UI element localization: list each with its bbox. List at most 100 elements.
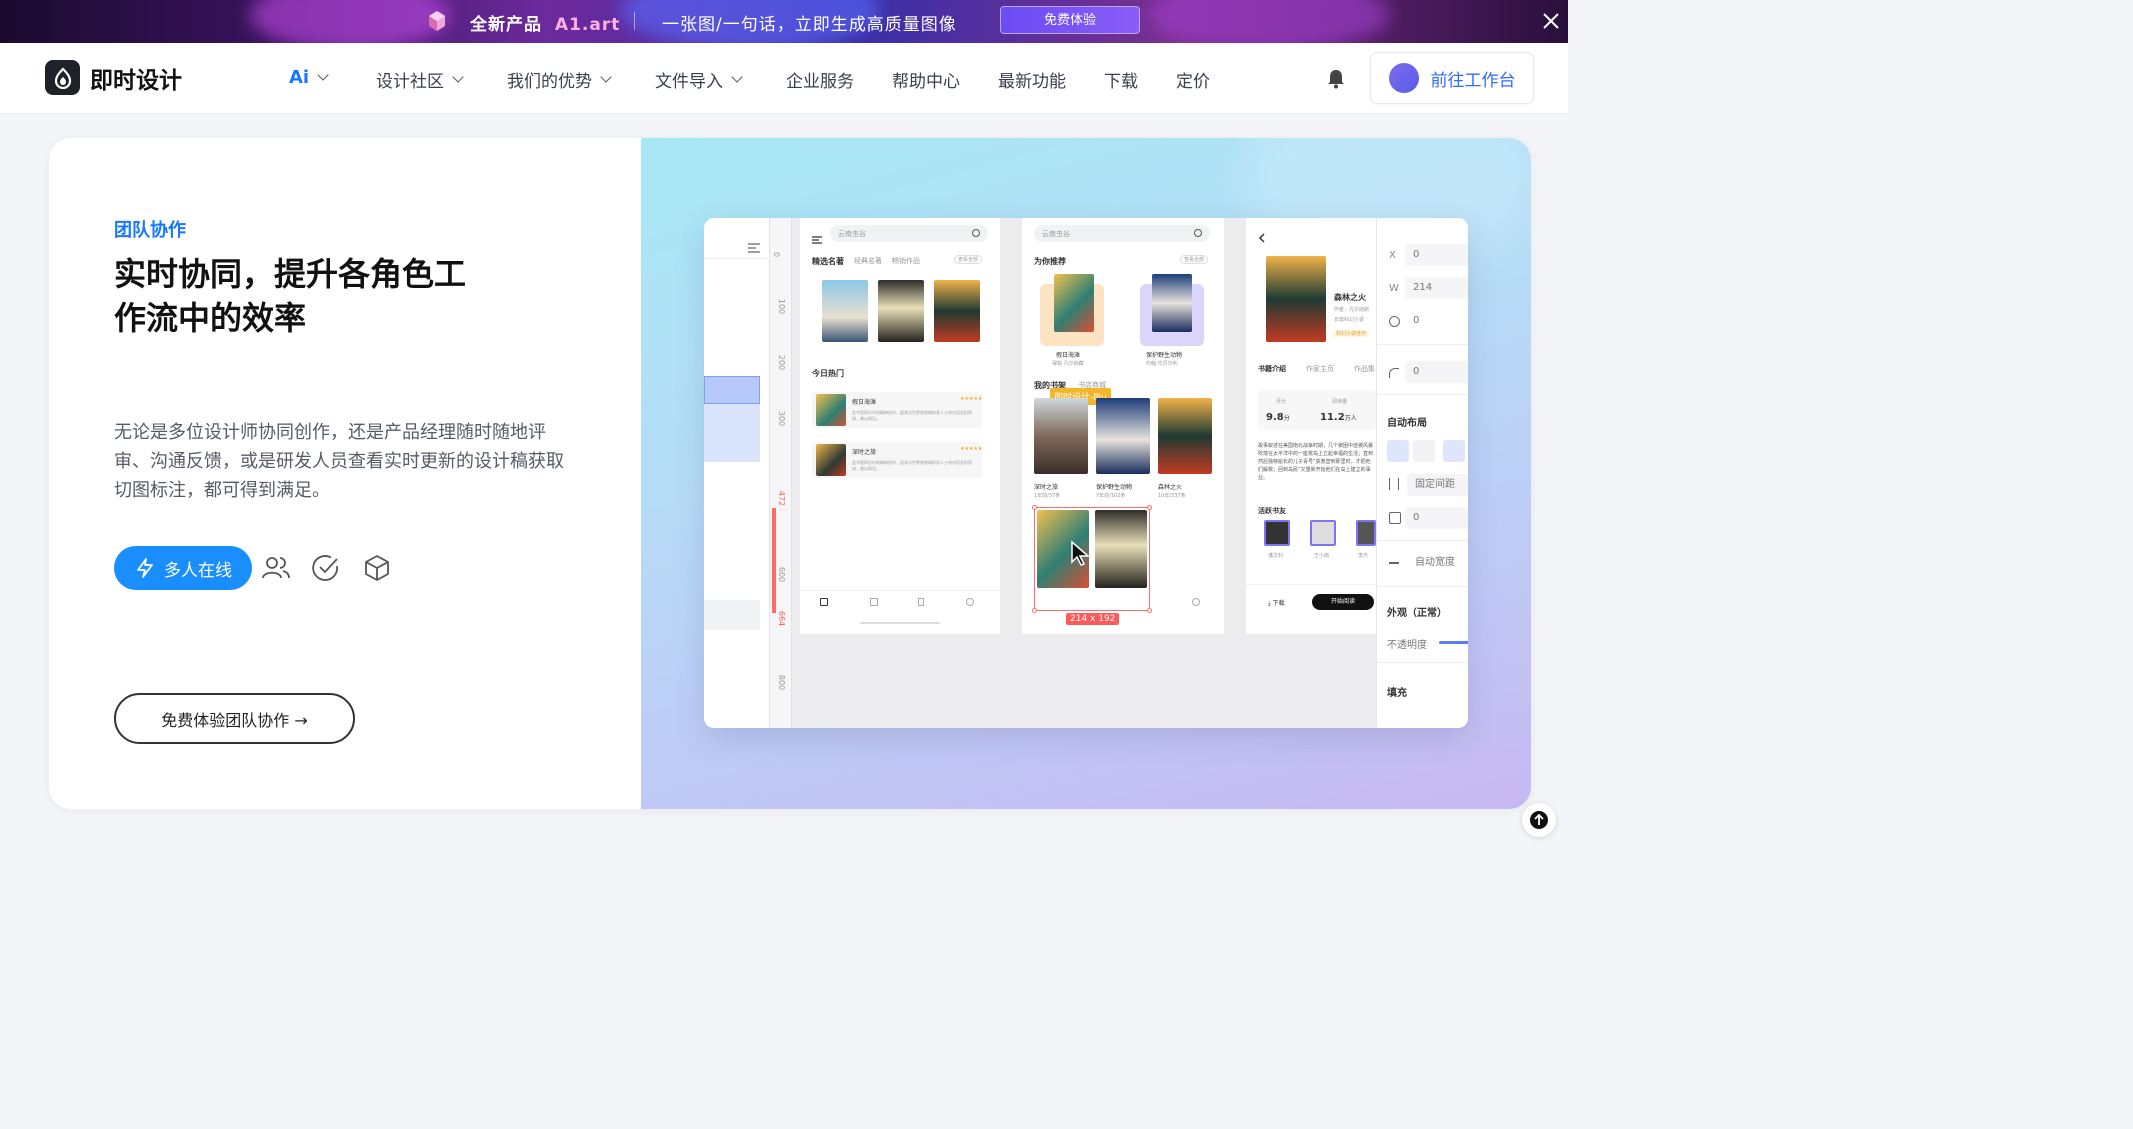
book-cover[interactable] <box>822 280 868 342</box>
nav-item-help[interactable]: 帮助中心 <box>892 67 960 92</box>
layout-horizontal-button[interactable] <box>1387 440 1409 462</box>
feature-tab-multi-user[interactable]: 多人在线 <box>114 546 252 590</box>
vertical-ruler: 0 100 200 300 472 600 664 800 <box>770 218 792 728</box>
tab-selected[interactable]: 书籍介绍 <box>1258 364 1286 374</box>
view-all-link[interactable]: 查看全部 <box>954 255 983 264</box>
book-cover[interactable] <box>1034 398 1088 474</box>
nav-item-advantages[interactable]: 我们的优势 <box>507 67 612 92</box>
rotation-icon <box>1389 316 1400 327</box>
avatar[interactable] <box>1264 520 1290 546</box>
layers-menu-icon[interactable] <box>748 238 760 253</box>
lightning-icon <box>137 558 153 578</box>
nav-item-ai[interactable]: Ai <box>289 67 329 88</box>
fixed-spacing-select[interactable]: 固定间距 <box>1407 474 1468 496</box>
tab-bar-bookmark-icon[interactable] <box>918 598 924 606</box>
book-cover[interactable] <box>878 280 924 342</box>
section-eyebrow: 团队协作 <box>114 220 186 241</box>
gem-icon <box>425 9 449 33</box>
auto-width-select[interactable]: 自动宽度 <box>1407 552 1468 574</box>
brand-logo[interactable]: 即时设计 <box>45 60 182 95</box>
scroll-to-top-button[interactable] <box>1522 803 1556 837</box>
chevron-down-icon <box>317 69 329 81</box>
tab-selected[interactable]: 精选名著 <box>812 256 844 267</box>
menu-icon[interactable] <box>812 229 822 244</box>
promo-try-button[interactable]: 免费体验 <box>1000 6 1140 34</box>
tab[interactable]: 畅销作品 <box>892 256 920 266</box>
ruler-mark: 664 <box>777 610 787 627</box>
align-button[interactable] <box>1443 440 1465 462</box>
tab-bar-user-icon[interactable] <box>966 598 974 606</box>
rotation-input[interactable]: 0 <box>1405 310 1468 332</box>
logo-icon <box>45 60 80 95</box>
chevron-down-icon <box>452 71 464 83</box>
ruler-mark: 472 <box>777 490 787 507</box>
search-icon <box>972 229 980 237</box>
try-team-collab-button[interactable]: 免费体验团队协作 → <box>114 693 355 744</box>
users-icon[interactable] <box>260 552 292 584</box>
nav-item-download[interactable]: 下载 <box>1104 67 1138 92</box>
search-bar[interactable]: 云南虫谷 <box>1034 225 1210 242</box>
bell-icon[interactable] <box>1327 69 1345 89</box>
book-cover[interactable] <box>1054 274 1094 332</box>
check-circle-icon[interactable] <box>310 552 342 584</box>
ruler-mark: 800 <box>777 674 787 691</box>
back-icon[interactable] <box>1258 228 1266 243</box>
tab-bar-grid-icon[interactable] <box>870 598 878 606</box>
corner-radius-icon <box>1389 368 1399 378</box>
list-item[interactable]: 深时之旅 ★★★★★ 此书是四分尔的精神创作，虽其与世界各地域的发人士的对话交织… <box>812 442 982 478</box>
book-cover[interactable] <box>934 280 980 342</box>
nav-item-new-features[interactable]: 最新功能 <box>998 67 1066 92</box>
promo-product-name[interactable]: A1.art <box>555 15 620 35</box>
search-icon <box>1194 229 1202 237</box>
x-input[interactable]: 0 <box>1405 244 1468 266</box>
book-cover <box>1266 256 1326 342</box>
tab[interactable]: 经典名著 <box>854 256 882 266</box>
book-cover[interactable] <box>1158 398 1212 474</box>
avatar[interactable] <box>1356 520 1376 546</box>
cube-icon[interactable] <box>361 552 393 584</box>
layout-vertical-button[interactable] <box>1413 440 1435 462</box>
brand-name: 即时设计 <box>90 67 182 94</box>
section-description: 无论是多位设计师协同创作，还是产品经理随时随地评审、沟通反馈，或是研发人员查看实… <box>114 422 564 501</box>
search-bar[interactable]: 云南虫谷 <box>830 225 988 242</box>
ruler-mark: 100 <box>777 298 787 315</box>
view-all-link[interactable]: 查看全部 <box>1180 255 1209 264</box>
ruler-mark: 0 <box>772 251 782 258</box>
list-item[interactable]: 假日海滩 ★★★★★ 此书是四分尔的精神创作，虽其与世界各地域的发人士的对话交织… <box>812 392 982 428</box>
book-cover[interactable] <box>1152 274 1192 332</box>
promo-prefix: 全新产品 <box>470 15 542 35</box>
section-headline: 实时协同，提升各角色工 作流中的效率 <box>114 255 467 337</box>
opacity-label: 不透明度 <box>1387 640 1427 651</box>
tab-bar-book-icon[interactable] <box>820 598 828 606</box>
selection-box[interactable] <box>1032 505 1152 613</box>
close-icon[interactable] <box>1542 12 1560 30</box>
section-title: 今日热门 <box>812 369 844 378</box>
opacity-slider[interactable] <box>1439 641 1468 644</box>
layer-row-selected[interactable] <box>704 376 760 404</box>
tab-bar-user-icon[interactable] <box>1192 598 1200 606</box>
nav-item-enterprise[interactable]: 企业服务 <box>786 67 854 92</box>
go-to-workspace-button[interactable]: 前往工作台 <box>1370 52 1534 104</box>
avatar[interactable] <box>1310 520 1336 546</box>
nav-item-community[interactable]: 设计社区 <box>376 67 464 92</box>
mobile-screen-3: 森林之火 作者：凡尔纳斯 长篇科幻小说 科幻小说佳作 书籍介绍 作家主页 作品集… <box>1246 218 1376 634</box>
padding-icon <box>1389 512 1401 524</box>
download-button[interactable]: ⤓ 下载 <box>1268 598 1285 608</box>
nav-item-pricing[interactable]: 定价 <box>1176 67 1210 92</box>
width-input[interactable]: 214 <box>1405 277 1468 299</box>
chevron-down-icon <box>600 71 612 83</box>
tab[interactable]: 作家主页 <box>1306 364 1334 374</box>
radius-input[interactable]: 0 <box>1405 361 1468 383</box>
cursor-icon <box>1070 540 1092 566</box>
appearance-select[interactable]: 外观（正常） <box>1387 604 1447 619</box>
tab[interactable]: 作品集 <box>1354 364 1375 374</box>
nav-item-import[interactable]: 文件导入 <box>655 67 743 92</box>
padding-input[interactable]: 0 <box>1405 507 1468 529</box>
mobile-screen-1: 云南虫谷 精选名著 经典名著 畅销作品 查看全部 今日热门 假日海滩 ★★★★★… <box>800 218 1000 634</box>
chevron-down-icon <box>731 71 743 83</box>
book-cover[interactable] <box>1096 398 1150 474</box>
properties-panel: X 0 W 214 0 0 自动布局 固定间距 0 自动宽度 外观（正常） 不透… <box>1376 218 1468 728</box>
promo-tagline: 一张图/一句话，立即生成高质量图像 <box>662 15 957 35</box>
avatar <box>1388 63 1419 93</box>
start-reading-button[interactable]: 开始阅读 <box>1312 594 1374 610</box>
